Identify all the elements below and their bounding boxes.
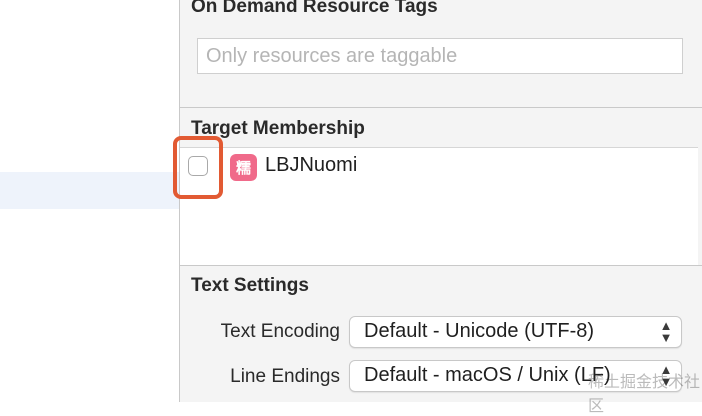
text-encoding-label: Text Encoding <box>220 321 340 342</box>
on-demand-resource-tags-title: On Demand Resource Tags <box>191 0 438 17</box>
text-settings-title: Text Settings <box>191 275 309 296</box>
text-encoding-popup[interactable]: Default - Unicode (UTF-8) ▲ ▼ <box>349 316 682 348</box>
editor-pane <box>0 0 179 402</box>
target-row-lbjnuomi[interactable]: 糯 LBJNuomi <box>173 136 698 199</box>
section-divider <box>180 265 702 266</box>
app-icon: 糯 <box>230 154 257 181</box>
updown-chevron-icon: ▲ ▼ <box>659 318 673 345</box>
text-encoding-value: Default - Unicode (UTF-8) <box>364 320 595 342</box>
section-divider <box>180 107 702 108</box>
selected-line-highlight <box>0 172 179 209</box>
resource-tags-field[interactable]: Only resources are taggable <box>197 38 683 74</box>
watermark: 稀土掘金技术社区 <box>588 374 701 415</box>
line-endings-value: Default - macOS / Unix (LF) <box>364 364 611 386</box>
file-inspector: On Demand Resource Tags Only resources a… <box>173 0 702 402</box>
target-membership-list: 糯 LBJNuomi <box>173 136 698 266</box>
target-name: LBJNuomi <box>265 154 358 176</box>
line-endings-label: Line Endings <box>230 366 340 387</box>
annotation-highlight-ring <box>173 136 223 199</box>
